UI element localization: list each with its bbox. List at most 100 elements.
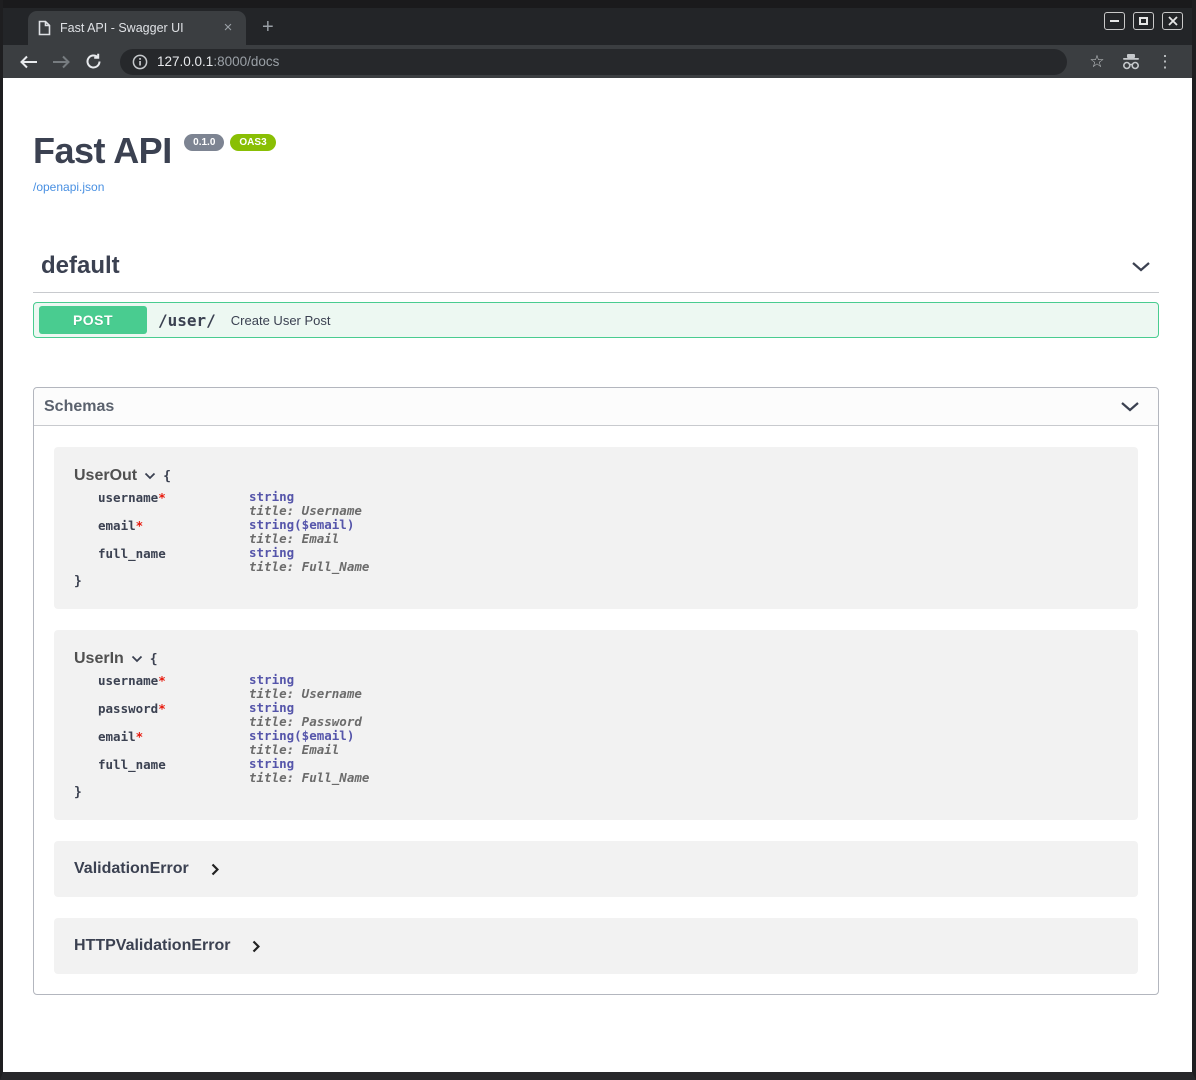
bookmark-button[interactable]: ☆ (1083, 48, 1111, 76)
incognito-icon (1120, 53, 1142, 71)
reload-icon (85, 53, 102, 70)
http-method-badge: POST (39, 306, 147, 334)
browser-window: Fast API - Swagger UI × + (0, 0, 1196, 1080)
model-userin-toggle[interactable]: UserIn { (74, 650, 1118, 668)
tag-name: default (41, 252, 120, 280)
property-type: string($email) (249, 518, 354, 532)
post-user-operation[interactable]: POST /user/ Create User Post (33, 302, 1159, 338)
property-name: email* (98, 518, 249, 546)
chevron-right-icon[interactable] (211, 863, 219, 876)
menu-dots-icon: ⋮ (1157, 52, 1174, 72)
operation-path: /user/ (158, 311, 216, 330)
tab-close-icon[interactable]: × (220, 20, 236, 36)
back-arrow-icon (20, 55, 38, 69)
property-name: password* (98, 701, 249, 729)
schemas-body: UserOut { username* string title: Userna… (34, 426, 1158, 994)
model-userout-toggle[interactable]: UserOut { (74, 467, 1118, 485)
required-star: * (136, 729, 144, 744)
browser-menu-button[interactable]: ⋮ (1151, 48, 1179, 76)
chevron-down-icon[interactable] (144, 472, 156, 480)
property-row: username* string title: Username (98, 673, 1118, 701)
version-badge: 0.1.0 (184, 134, 224, 151)
info-icon[interactable] (132, 54, 148, 70)
property-title: title: Full_Name (249, 560, 369, 574)
minimize-icon (1110, 20, 1119, 22)
property-name: full_name (98, 546, 249, 574)
address-bar[interactable]: 127.0.0.1:8000/docs (120, 49, 1067, 75)
incognito-indicator (1117, 48, 1145, 76)
schemas-title: Schemas (44, 398, 114, 416)
property-title: title: Password (249, 715, 362, 729)
model-title: UserOut (74, 467, 137, 485)
property-list: username* string title: Username passwor… (98, 673, 1118, 785)
forward-button[interactable] (48, 49, 74, 75)
property-row: username* string title: Username (98, 490, 1118, 518)
forward-arrow-icon (52, 55, 70, 69)
required-star: * (158, 490, 166, 505)
chevron-right-icon[interactable] (252, 940, 260, 953)
model-validationerror[interactable]: ValidationError (54, 841, 1138, 897)
api-info: Fast API 0.1.0 OAS3 /openapi.json (33, 130, 1159, 194)
model-userin: UserIn { username* string title: Usernam… (54, 630, 1138, 820)
property-desc: string($email) title: Email (249, 518, 354, 546)
openapi-spec-link[interactable]: /openapi.json (33, 180, 1159, 194)
property-row: email* string($email) title: Email (98, 729, 1118, 757)
model-userout: UserOut { username* string title: Userna… (54, 447, 1138, 609)
close-button[interactable] (1162, 12, 1183, 30)
browser-toolbar: 127.0.0.1:8000/docs ☆ ⋮ (3, 45, 1192, 78)
model-title: HTTPValidationError (74, 937, 230, 955)
property-type: string (249, 673, 362, 687)
window-titlebar (3, 0, 1192, 8)
required-star: * (158, 701, 166, 716)
url-path: :8000/docs (213, 54, 279, 69)
maximize-button[interactable] (1133, 12, 1154, 30)
property-title: title: Email (249, 743, 354, 757)
property-type: string (249, 546, 369, 560)
model-httpvalidationerror[interactable]: HTTPValidationError (54, 918, 1138, 974)
minimize-button[interactable] (1104, 12, 1125, 30)
page-favicon-icon (38, 20, 51, 36)
chevron-down-icon[interactable] (1131, 261, 1151, 272)
property-desc: string title: Username (249, 673, 362, 701)
tab-bar: Fast API - Swagger UI × + (3, 8, 1192, 45)
property-row: full_name string title: Full_Name (98, 546, 1118, 574)
close-brace: } (74, 785, 1118, 800)
property-title: title: Username (249, 504, 362, 518)
page-title: Fast API (33, 130, 172, 171)
tab-title: Fast API - Swagger UI (60, 21, 211, 35)
tag-section-header[interactable]: default (33, 252, 1159, 293)
schemas-header[interactable]: Schemas (34, 388, 1158, 426)
property-name: username* (98, 673, 249, 701)
property-desc: string title: Password (249, 701, 362, 729)
property-title: title: Email (249, 532, 354, 546)
close-brace: } (74, 574, 1118, 589)
property-type: string (249, 757, 369, 771)
window-controls (1104, 12, 1183, 30)
property-title: title: Full_Name (249, 771, 369, 785)
property-title: title: Username (249, 687, 362, 701)
property-name: username* (98, 490, 249, 518)
property-desc: string title: Full_Name (249, 757, 369, 785)
property-desc: string title: Username (249, 490, 362, 518)
url-text[interactable]: 127.0.0.1:8000/docs (157, 54, 279, 69)
reload-button[interactable] (80, 49, 106, 75)
model-title: ValidationError (74, 860, 189, 878)
property-row: password* string title: Password (98, 701, 1118, 729)
back-button[interactable] (16, 49, 42, 75)
new-tab-icon[interactable]: + (262, 17, 274, 37)
open-brace: { (150, 652, 158, 667)
property-row: full_name string title: Full_Name (98, 757, 1118, 785)
property-name: email* (98, 729, 249, 757)
property-desc: string($email) title: Email (249, 729, 354, 757)
required-star: * (136, 518, 144, 533)
property-name: full_name (98, 757, 249, 785)
maximize-icon (1139, 17, 1148, 25)
operation-summary: Create User Post (231, 313, 331, 328)
property-desc: string title: Full_Name (249, 546, 369, 574)
chevron-down-icon[interactable] (131, 655, 143, 663)
browser-tab[interactable]: Fast API - Swagger UI × (28, 11, 246, 45)
url-host: 127.0.0.1 (157, 54, 213, 69)
star-icon: ☆ (1089, 52, 1104, 72)
oas3-badge: OAS3 (230, 134, 275, 151)
chevron-down-icon[interactable] (1120, 401, 1140, 412)
